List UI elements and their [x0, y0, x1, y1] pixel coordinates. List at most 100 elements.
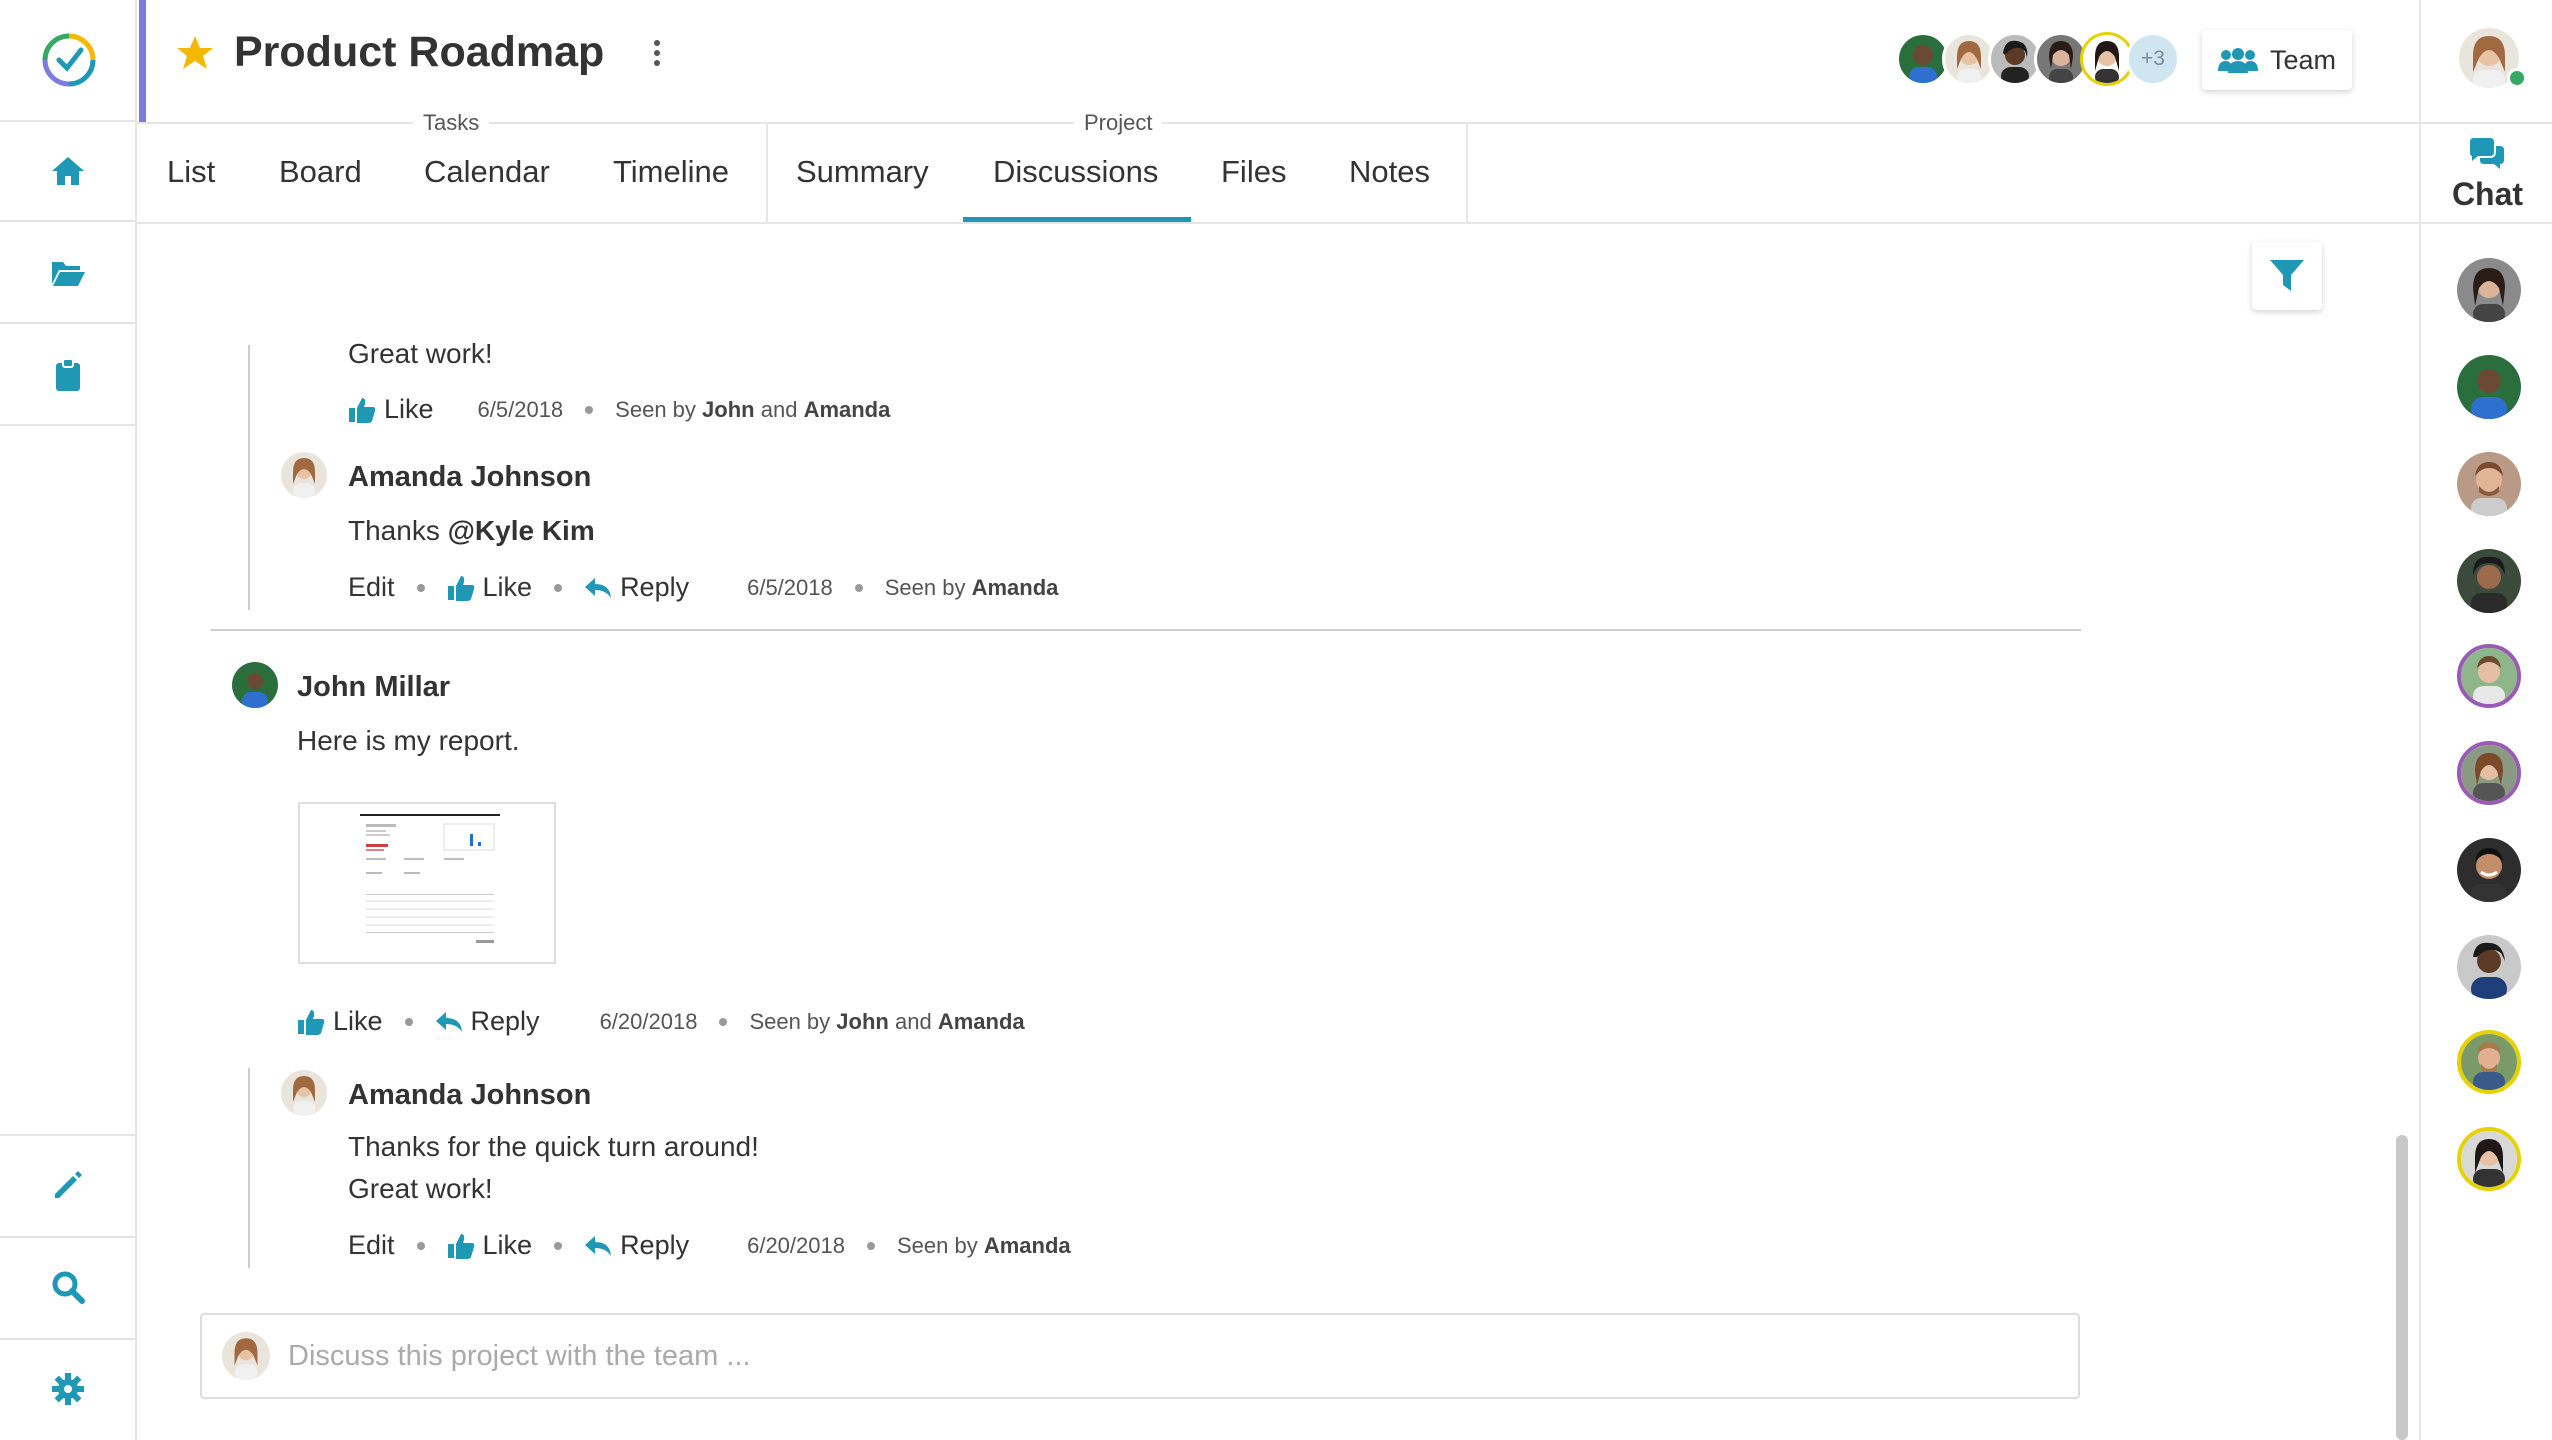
- team-button-label: Team: [2269, 44, 2337, 75]
- chat-contact-avatar[interactable]: [2457, 258, 2521, 322]
- comment-text: Great work!: [348, 1173, 493, 1204]
- comment-author[interactable]: Amanda Johnson: [348, 461, 591, 494]
- like-button[interactable]: Like: [348, 394, 434, 425]
- comment-actions: Like Reply 6/20/2018 Seen by John and Am…: [297, 1006, 1025, 1037]
- projects-button[interactable]: [0, 224, 135, 324]
- seen-by: Seen by John and Amanda: [615, 396, 891, 422]
- author-avatar[interactable]: [281, 1070, 327, 1116]
- chat-divider: [2421, 222, 2552, 224]
- comment-text: Thanks @Kyle Kim: [348, 515, 595, 546]
- tab-group-separator: [1466, 124, 1468, 222]
- tab-timeline[interactable]: Timeline: [613, 154, 729, 190]
- folder-open-icon: [51, 262, 85, 286]
- thumbs-up-icon: [349, 397, 376, 423]
- thumbs-up-icon: [447, 575, 474, 601]
- chat-contact-avatar[interactable]: [2457, 741, 2521, 805]
- chat-contact-avatar[interactable]: [2457, 1030, 2521, 1094]
- mention[interactable]: @Kyle Kim: [448, 515, 595, 546]
- reply-icon: [585, 577, 612, 598]
- thumbs-up-icon: [298, 1009, 325, 1035]
- reply-button[interactable]: Reply: [435, 1006, 540, 1037]
- comment-author[interactable]: John Millar: [297, 671, 450, 704]
- app-logo[interactable]: [0, 0, 137, 122]
- tab-summary[interactable]: Summary: [796, 154, 929, 190]
- reply-button[interactable]: Reply: [584, 572, 689, 603]
- chat-contact-avatar[interactable]: [2457, 452, 2521, 516]
- comment-text: Thanks for the quick turn around!: [348, 1131, 759, 1162]
- home-icon: [51, 157, 84, 185]
- discussion-compose-box[interactable]: [200, 1313, 2080, 1399]
- document-preview: [360, 812, 500, 952]
- comment-date: 6/20/2018: [599, 1008, 698, 1034]
- filter-button[interactable]: [2252, 242, 2322, 310]
- current-user-avatar: [222, 1332, 270, 1380]
- reply-button[interactable]: Reply: [584, 1230, 689, 1261]
- chat-contact-avatar[interactable]: [2457, 355, 2521, 419]
- clipboard-icon: [55, 358, 80, 391]
- tab-board[interactable]: Board: [279, 154, 362, 190]
- comment-actions: Edit Like Reply 6/20/2018 Seen by Amanda: [348, 1230, 1071, 1261]
- chat-contact-avatar[interactable]: [2457, 549, 2521, 613]
- discussion-input[interactable]: [288, 1339, 1988, 1373]
- seen-by: Seen by Amanda: [884, 574, 1059, 600]
- reply-icon: [435, 1011, 462, 1032]
- author-avatar[interactable]: [232, 662, 278, 708]
- project-header: Product Roadmap: [176, 28, 661, 77]
- search-icon: [52, 1271, 85, 1304]
- comment-actions: Like 6/5/2018 Seen by John and Amanda: [348, 394, 890, 425]
- edit-button[interactable]: Edit: [348, 1230, 395, 1261]
- attachment-thumbnail[interactable]: [298, 802, 556, 964]
- comment-author[interactable]: Amanda Johnson: [348, 1079, 591, 1112]
- chat-divider: [2421, 122, 2552, 124]
- filter-icon: [2270, 260, 2304, 291]
- left-sidebar: [0, 0, 137, 1440]
- comment-date: 6/20/2018: [747, 1232, 845, 1258]
- thread-line: [248, 345, 250, 610]
- chat-icon[interactable]: [2468, 138, 2506, 175]
- comment-text: Here is my report.: [297, 725, 520, 756]
- chat-label[interactable]: Chat: [2421, 176, 2552, 213]
- gear-icon: [51, 1373, 84, 1405]
- more-members-badge[interactable]: +3: [2126, 32, 2180, 86]
- edit-button[interactable]: [0, 1134, 135, 1234]
- chat-contact-avatar[interactable]: [2457, 838, 2521, 902]
- home-button[interactable]: [0, 122, 135, 222]
- thread-line: [248, 1068, 250, 1268]
- like-label: Like: [384, 394, 434, 424]
- search-button[interactable]: [0, 1236, 135, 1336]
- page-title: Product Roadmap: [234, 28, 605, 76]
- settings-button[interactable]: [0, 1338, 135, 1438]
- scrollbar[interactable]: [2396, 1135, 2408, 1440]
- seen-by: Seen by Amanda: [896, 1232, 1071, 1258]
- author-avatar[interactable]: [281, 452, 327, 498]
- tab-group-label-tasks: Tasks: [413, 110, 490, 136]
- more-options-icon[interactable]: [654, 39, 661, 66]
- like-button[interactable]: Like: [447, 1230, 532, 1261]
- comment-text: Great work!: [348, 338, 493, 369]
- tab-group-label-project: Project: [1074, 110, 1163, 136]
- like-button[interactable]: Like: [297, 1006, 383, 1037]
- thread-separator: [211, 629, 2081, 631]
- chat-contact-avatar[interactable]: [2457, 1127, 2521, 1191]
- tab-list[interactable]: List: [167, 154, 215, 190]
- chat-contact-avatar[interactable]: [2457, 935, 2521, 999]
- tasks-button[interactable]: [0, 326, 135, 426]
- seen-by: Seen by John and Amanda: [749, 1008, 1025, 1034]
- reply-icon: [585, 1235, 612, 1256]
- star-icon[interactable]: [176, 35, 214, 71]
- comment-actions: Edit Like Reply 6/5/2018 Seen by Amanda: [348, 572, 1058, 603]
- tab-discussions[interactable]: Discussions: [993, 154, 1158, 190]
- comment-date: 6/5/2018: [747, 574, 833, 600]
- tab-notes[interactable]: Notes: [1349, 154, 1430, 190]
- tab-files[interactable]: Files: [1221, 154, 1286, 190]
- logo-icon: [42, 33, 95, 87]
- edit-button[interactable]: Edit: [348, 572, 395, 603]
- chat-contact-avatar[interactable]: [2457, 644, 2521, 708]
- project-members[interactable]: +3: [1896, 32, 2180, 86]
- tab-calendar[interactable]: Calendar: [424, 154, 550, 190]
- team-button[interactable]: Team: [2202, 30, 2352, 90]
- online-status-badge: [2507, 68, 2527, 88]
- thumbs-up-icon: [447, 1233, 474, 1259]
- chat-panel: Chat: [2419, 0, 2552, 1440]
- like-button[interactable]: Like: [447, 572, 532, 603]
